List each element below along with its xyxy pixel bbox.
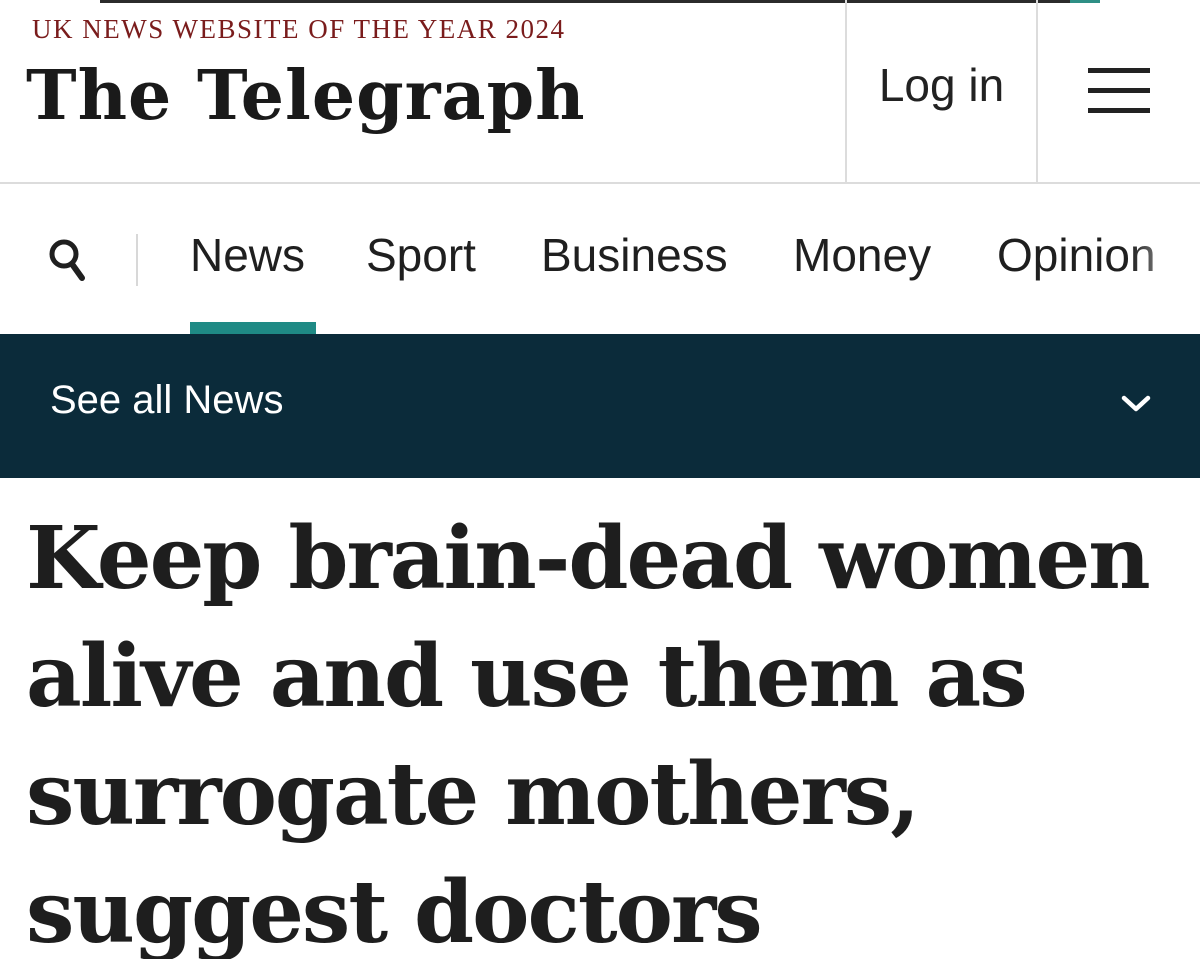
menu-line — [1088, 108, 1150, 113]
nav-item-money[interactable]: Money — [793, 228, 931, 282]
menu-line — [1088, 88, 1150, 93]
active-tab-indicator — [190, 322, 316, 334]
headline-line: Keep brain-dead women — [26, 508, 1151, 609]
login-button[interactable]: Log in — [847, 58, 1036, 112]
section-nav: News Sport Business Money Opinion — [0, 184, 1200, 334]
see-all-news-bar[interactable]: See all News — [0, 334, 1200, 478]
masthead: UK NEWS WEBSITE OF THE YEAR 2024 The Tel… — [0, 0, 1200, 184]
headline-line: alive and use them as — [26, 626, 1028, 727]
page: UK NEWS WEBSITE OF THE YEAR 2024 The Tel… — [0, 0, 1200, 959]
article-headline: Keep brain-dead women alive and use them… — [26, 500, 1176, 959]
chevron-down-icon — [1121, 395, 1151, 412]
telegraph-logo[interactable]: The Telegraph — [26, 56, 586, 138]
menu-line — [1088, 68, 1150, 73]
headline-line: surrogate mothers, — [26, 744, 920, 845]
see-all-news-label: See all News — [50, 378, 284, 422]
nav-item-opinion[interactable]: Opinion — [997, 228, 1156, 282]
nav-divider — [136, 234, 138, 286]
nav-item-sport[interactable]: Sport — [366, 228, 476, 282]
hamburger-menu-icon[interactable] — [1038, 40, 1200, 140]
nav-item-business[interactable]: Business — [541, 228, 728, 282]
award-banner: UK NEWS WEBSITE OF THE YEAR 2024 — [32, 14, 566, 44]
headline-line: suggest doctors — [26, 862, 763, 959]
search-icon[interactable] — [44, 234, 92, 282]
nav-item-news[interactable]: News — [190, 228, 305, 282]
